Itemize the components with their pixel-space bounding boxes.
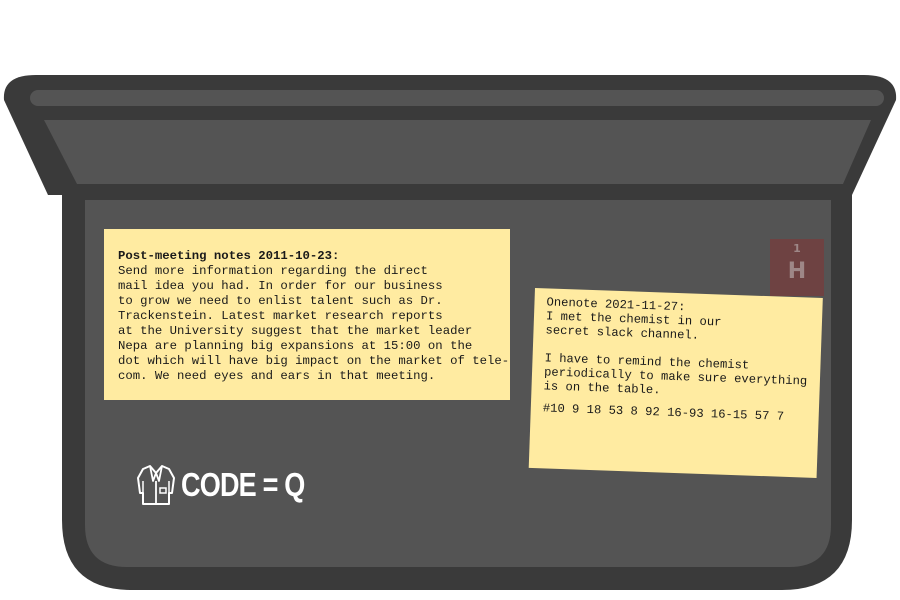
note-heading: Post-meeting notes 2011-10-23: [118,249,340,263]
code-text: CODE = Q [181,466,305,503]
briefcase-handle [30,90,884,106]
post-meeting-note[interactable]: Post-meeting notes 2011-10-23: Send more… [104,229,510,400]
code-label: CODE = Q [136,462,332,508]
note-line: mail idea you had. In order for our busi… [118,279,443,293]
lab-coat-icon [137,465,175,505]
note-line: at the University suggest that the marke… [118,324,473,338]
note-line: com. We need eyes and ears in that meeti… [118,369,436,383]
note-line: dot which will have big impact on the ma… [118,354,510,368]
note-line: Send more information regarding the dire… [118,264,428,278]
tile-letter: H [787,259,807,284]
note-line: Nepa are planning big expansions at 15:0… [118,339,473,353]
note-line: to grow we need to enlist talent such as… [118,294,443,308]
onenote-note[interactable]: Onenote 2021-11-27: I met the chemist in… [528,288,823,478]
element-tile-h[interactable]: 1 H [770,239,824,296]
briefcase-scene: Post-meeting notes 2011-10-23: Send more… [0,0,900,600]
tile-number: 1 [793,242,801,255]
note-cipher-code: #10 9 18 53 8 92 16-93 16-15 57 7 [542,401,785,424]
briefcase-lid-panel [44,120,871,184]
note-line: Trackenstein. Latest market research rep… [118,309,443,323]
